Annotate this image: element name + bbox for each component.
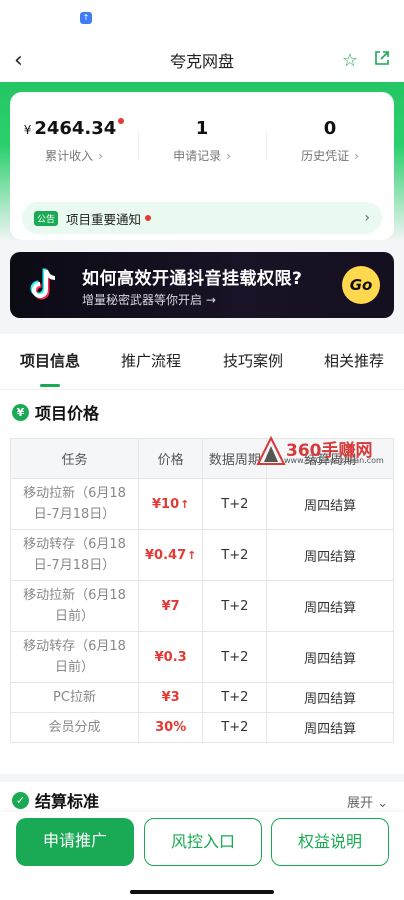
- back-icon[interactable]: ‹: [14, 48, 23, 73]
- arrow-up-icon: ↑: [187, 548, 197, 562]
- risk-control-button[interactable]: 风控入口: [144, 818, 262, 866]
- cycle-cell: T+2: [202, 631, 268, 683]
- price-cell: ¥10↑: [137, 478, 204, 530]
- tab-promotion-flow[interactable]: 推广流程: [100, 334, 202, 389]
- price-value: ¥0.3: [154, 649, 187, 665]
- footer-actions: 申请推广 风控入口 权益说明: [0, 812, 404, 900]
- tab-tips-cases[interactable]: 技巧案例: [202, 334, 304, 389]
- cycle-cell: T+2: [202, 580, 268, 632]
- apply-promotion-button[interactable]: 申请推广: [16, 818, 134, 866]
- watermark-url: www.360shouzhuan.com: [284, 456, 384, 465]
- star-icon[interactable]: ☆: [342, 50, 358, 71]
- unread-dot: [118, 118, 125, 124]
- settle-cell: 周四结算: [266, 478, 394, 530]
- price-cell: 30%: [137, 712, 204, 743]
- task-cell: 移动拉新（6月18日前）: [10, 580, 139, 632]
- notification-icon: ↑: [80, 12, 92, 24]
- price-cell: ¥3: [137, 682, 204, 713]
- settle-cell: 周四结算: [266, 529, 394, 581]
- table-row: 移动转存（6月18日前） ¥0.3 T+2 周四结算: [10, 631, 394, 683]
- unread-dot: [145, 215, 152, 221]
- chevron-right-icon: ›: [354, 149, 359, 163]
- history-label: 历史凭证: [301, 149, 350, 163]
- tab-related[interactable]: 相关推荐: [304, 334, 404, 389]
- notice-bar[interactable]: 公告 项目重要通知 ›: [22, 202, 382, 234]
- chevron-right-icon: ›: [226, 149, 231, 163]
- notice-tag: 公告: [34, 210, 59, 226]
- summary-card: ¥2464.34 累计收入 › 1 申请记录 › 0 历史凭证 › 公告 项目重要通知…: [10, 92, 394, 240]
- tab-project-info[interactable]: 项目信息: [0, 334, 100, 389]
- table-row: PC拉新 ¥3 T+2 周四结算: [10, 682, 394, 713]
- price-table: 任务 价格 数据周期 结算周期 移动拉新（6月18日-7月18日） ¥10↑ T…: [10, 438, 394, 743]
- expand-label: 展开: [346, 796, 373, 811]
- section-title: 项目价格: [35, 404, 100, 423]
- currency-symbol: ¥: [23, 123, 32, 137]
- rights-info-button[interactable]: 权益说明: [271, 818, 389, 866]
- price-value: 30%: [155, 720, 187, 735]
- stat-history[interactable]: 0 历史凭证 ›: [266, 118, 394, 192]
- watermark-logo-icon: [256, 436, 286, 465]
- active-tab-indicator: [40, 384, 60, 387]
- chevron-right-icon: ›: [364, 210, 370, 226]
- chevron-down-icon: ⌄: [377, 796, 388, 811]
- task-cell: 移动拉新（6月18日-7月18日）: [10, 478, 139, 530]
- table-header: 价格: [137, 438, 204, 479]
- cycle-cell: T+2: [202, 529, 268, 581]
- go-button[interactable]: Go: [342, 266, 380, 304]
- applications-label: 申请记录: [173, 149, 222, 163]
- table-row: 移动拉新（6月18日-7月18日） ¥10↑ T+2 周四结算: [10, 478, 394, 530]
- stat-income[interactable]: ¥2464.34 累计收入 ›: [10, 118, 138, 192]
- settle-cell: 周四结算: [266, 682, 394, 713]
- check-icon: ✓: [12, 791, 29, 809]
- table-header: 任务: [10, 438, 139, 479]
- price-section-header: ¥ 项目价格: [0, 390, 404, 434]
- price-cell: ¥7: [137, 580, 204, 632]
- task-cell: 移动转存（6月18日前）: [10, 631, 139, 683]
- income-value: 2464.34: [34, 118, 117, 139]
- table-row: 会员分成 30% T+2 周四结算: [10, 712, 394, 743]
- banner-title: 如何高效开通抖音挂载权限?: [82, 269, 303, 289]
- nav-bar: ‹ 夸克网盘 ☆: [0, 38, 404, 82]
- cycle-cell: T+2: [202, 478, 268, 530]
- table-row: 移动转存（6月18日-7月18日） ¥0.47↑ T+2 周四结算: [10, 529, 394, 581]
- task-cell: 移动转存（6月18日-7月18日）: [10, 529, 139, 581]
- price-value: ¥7: [161, 598, 180, 614]
- expand-toggle[interactable]: 展开 ⌄: [347, 792, 388, 811]
- price-value: ¥3: [161, 690, 180, 705]
- cycle-cell: T+2: [202, 682, 268, 713]
- home-indicator: [130, 890, 274, 894]
- task-cell: PC拉新: [10, 682, 139, 713]
- history-value: 0: [323, 118, 337, 139]
- page-title: 夸克网盘: [169, 52, 234, 71]
- tiktok-logo-icon: [30, 268, 56, 300]
- notice-text: 项目重要通知: [66, 211, 142, 227]
- price-value: ¥0.47: [145, 547, 187, 563]
- watermark: 360手赚网 www.360shouzhuan.com: [254, 432, 404, 472]
- price-value: ¥10: [151, 496, 180, 512]
- cycle-cell: T+2: [202, 712, 268, 743]
- tab-bar: 项目信息 推广流程 技巧案例 相关推荐: [0, 334, 404, 390]
- income-label: 累计收入: [45, 149, 94, 163]
- chevron-right-icon: ›: [98, 149, 103, 163]
- arrow-up-icon: ↑: [180, 497, 190, 511]
- price-cell: ¥0.3: [137, 631, 204, 683]
- settle-cell: 周四结算: [266, 631, 394, 683]
- price-cell: ¥0.47↑: [137, 529, 204, 581]
- yen-icon: ¥: [12, 403, 29, 421]
- task-cell: 会员分成: [10, 712, 139, 743]
- settle-cell: 周四结算: [266, 712, 394, 743]
- table-row: 移动拉新（6月18日前） ¥7 T+2 周四结算: [10, 580, 394, 632]
- project-content: 项目信息 推广流程 技巧案例 相关推荐 ¥ 项目价格 任务 价格 数据周期 结算…: [0, 334, 404, 774]
- banner-subtitle: 增量秘密武器等你开启 →: [82, 293, 216, 307]
- applications-value: 1: [195, 118, 209, 139]
- promo-banner[interactable]: 如何高效开通抖音挂载权限? 增量秘密武器等你开启 → Go: [10, 252, 394, 318]
- share-icon[interactable]: [374, 50, 390, 71]
- status-bar: ↑: [0, 0, 404, 38]
- section-title: 结算标准: [35, 792, 100, 811]
- stat-applications[interactable]: 1 申请记录 ›: [138, 118, 266, 192]
- settle-cell: 周四结算: [266, 580, 394, 632]
